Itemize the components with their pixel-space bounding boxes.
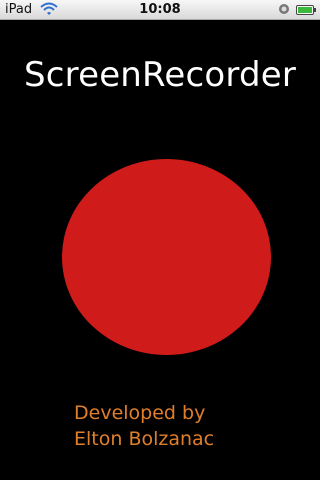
status-bar: iPad 10:08	[0, 0, 320, 20]
status-time: 10:08	[139, 2, 181, 17]
battery-icon	[296, 5, 316, 15]
app-title: ScreenRecorder	[23, 55, 297, 95]
credit-line-2: Elton Bolzanac	[74, 428, 215, 450]
app-screen: iPad 10:08 ScreenRecorder Developed by E…	[0, 0, 320, 480]
rotation-lock-icon	[279, 4, 289, 14]
record-button[interactable]	[62, 159, 271, 355]
credit-line-1: Developed by	[74, 402, 206, 424]
developer-credit: Developed by Elton Bolzanac	[74, 400, 214, 452]
